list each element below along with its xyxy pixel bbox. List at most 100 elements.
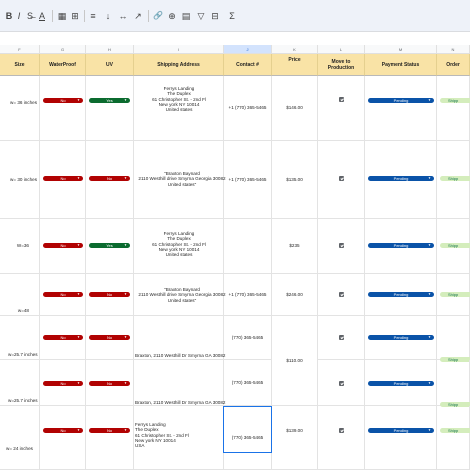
row5-payment-dropdown[interactable]: Pending ▼ (368, 335, 434, 340)
row4-order-dropdown[interactable]: Shipp (440, 292, 470, 297)
column-header-g[interactable]: G (40, 45, 86, 54)
row4-order-value: Shipp (448, 292, 459, 297)
row3-order-dropdown[interactable]: Shipp (440, 243, 470, 248)
row7-payment-dropdown[interactable]: Pending ▼ (368, 428, 434, 433)
row5-waterproof-value: No (60, 335, 66, 340)
row7-price[interactable]: $139.00 (272, 406, 318, 470)
row3-waterproof-dropdown[interactable]: No ▼ (43, 243, 83, 248)
column-header-h[interactable]: H (86, 45, 134, 54)
fill-color-icon[interactable]: ▦ (57, 8, 67, 24)
row7-order-dropdown[interactable]: Shipp (440, 428, 470, 433)
functions-icon[interactable]: Σ (227, 8, 237, 24)
row4-contact[interactable]: +1 (770) 365-5465 (224, 274, 272, 316)
row4-address: "Braxton Baynard 2110 Westhill drive Smy… (134, 287, 230, 303)
row7-uv-cell (86, 406, 134, 470)
row2-uv-dropdown[interactable]: No ▼ (89, 176, 130, 181)
row6-uv-dropdown[interactable]: No ▼ (89, 381, 130, 386)
row6-waterproof-value: No (60, 381, 66, 386)
bold-button[interactable]: B (4, 8, 14, 24)
row1-uv-value: Yes (106, 98, 113, 103)
row4-size[interactable]: w=48 (0, 274, 40, 316)
valign-icon[interactable]: ↓ (103, 8, 113, 24)
filter-views-icon[interactable]: ⊟ (210, 8, 220, 24)
row3-price[interactable]: $235 (272, 219, 318, 274)
row4-uv-dropdown[interactable]: No ▼ (89, 292, 130, 297)
row7-waterproof-cell (40, 406, 86, 470)
row5-waterproof-dropdown[interactable]: No ▼ (43, 335, 83, 340)
row1-size[interactable]: w= 36 inches (0, 76, 40, 141)
row6-waterproof-dropdown[interactable]: No ▼ (43, 381, 83, 386)
filter-icon[interactable]: ▽ (196, 8, 206, 24)
strikethrough-button[interactable]: S̶ (25, 8, 35, 24)
row2-price[interactable]: $135.00 (272, 141, 318, 219)
rotate-icon[interactable]: ↗ (133, 8, 143, 24)
row2-order-dropdown[interactable]: Shipp (440, 176, 470, 181)
column-header-j[interactable]: J (224, 45, 272, 54)
row3-size[interactable]: W=36 (0, 219, 40, 274)
row7-uv-dropdown[interactable]: No ▼ (89, 428, 130, 433)
row1-contact[interactable]: +1 (770) 365-5465 (224, 76, 272, 141)
row3-payment-dropdown[interactable]: Pending ▼ (368, 243, 434, 248)
row6-address: Braxton, 2110 Westhill Dr Smyrna GA 3008… (135, 400, 227, 405)
row3-uv-dropdown[interactable]: Yes ▼ (89, 243, 130, 248)
row5-price-merged[interactable]: $110.00 (272, 316, 318, 406)
row1-order-cell (437, 76, 470, 141)
row6-move-checkbox[interactable] (339, 381, 344, 386)
chevron-down-icon: ▼ (77, 292, 80, 296)
row5-order-cell (437, 316, 470, 360)
text-color-button[interactable]: A (37, 8, 47, 24)
row2-contact[interactable]: +1 (770) 365-5465 (224, 141, 272, 219)
wrap-icon[interactable]: ↔ (118, 8, 128, 24)
borders-icon[interactable]: ⊞ (70, 8, 80, 24)
address-line: United states (165, 107, 193, 113)
column-header-f[interactable]: F (0, 45, 40, 54)
row6-payment-dropdown[interactable]: Pending ▼ (368, 381, 434, 386)
chevron-down-icon: ▼ (77, 428, 80, 432)
row1-order-dropdown[interactable]: Shipp (440, 98, 470, 103)
row4-price[interactable]: $246.00 (272, 274, 318, 316)
header-move-to-production: Move to Production (318, 54, 365, 76)
row7-move-checkbox[interactable] (339, 428, 344, 433)
row5-contact[interactable]: (770) 365-5465 (224, 316, 272, 360)
row2-size[interactable]: w= 30 inches (0, 141, 40, 219)
chevron-down-icon: ▼ (124, 428, 127, 432)
row4-waterproof-dropdown[interactable]: No ▼ (43, 292, 83, 297)
row1-move-checkbox[interactable] (339, 97, 344, 102)
row4-waterproof-value: No (60, 292, 66, 297)
row3-contact[interactable] (224, 219, 272, 274)
row7-size[interactable]: w= 24 inches (0, 406, 40, 470)
header-order: Order (437, 54, 470, 76)
row6-contact[interactable]: (770) 365-5465 (224, 360, 272, 406)
column-header-n[interactable]: N (437, 45, 470, 54)
spreadsheet-grid[interactable]: F G H I J K L M N Size WaterProof UV Shi… (0, 45, 470, 470)
row2-payment-value: Pending (393, 176, 409, 181)
italic-button[interactable]: I (14, 8, 24, 24)
active-cell-selection[interactable] (223, 406, 272, 453)
row4-move-checkbox[interactable] (339, 292, 344, 297)
row7-waterproof-dropdown[interactable]: No ▼ (43, 428, 83, 433)
column-header-i[interactable]: I (134, 45, 224, 54)
row1-uv-dropdown[interactable]: Yes ▼ (89, 98, 130, 103)
row1-payment-dropdown[interactable]: Pending ▼ (368, 98, 434, 103)
row2-payment-dropdown[interactable]: Pending ▼ (368, 176, 434, 181)
row1-waterproof-dropdown[interactable]: No ▼ (43, 98, 83, 103)
comment-icon[interactable]: ⊕ (167, 8, 177, 24)
row1-waterproof-cell (40, 76, 86, 141)
row6-size[interactable]: w=25.7 inches (0, 360, 40, 406)
row2-move-checkbox[interactable] (339, 176, 344, 181)
row2-waterproof-dropdown[interactable]: No ▼ (43, 176, 83, 181)
row4-payment-dropdown[interactable]: Pending ▼ (368, 292, 434, 297)
column-header-k[interactable]: K (272, 45, 318, 54)
column-header-l[interactable]: L (318, 45, 365, 54)
column-header-m[interactable]: M (365, 45, 437, 54)
row5-uv-dropdown[interactable]: No ▼ (89, 335, 130, 340)
chart-icon[interactable]: ▤ (181, 8, 191, 24)
chevron-down-icon: ▼ (124, 335, 127, 339)
row7-move-cell (318, 406, 365, 470)
link-icon[interactable]: 🔗 (152, 8, 164, 24)
row3-move-checkbox[interactable] (339, 243, 344, 248)
row1-price[interactable]: $146.00 (272, 76, 318, 141)
row5-move-checkbox[interactable] (339, 335, 344, 340)
align-icon[interactable]: ≡ (88, 8, 98, 24)
row5-size[interactable]: w=25.7 inches (0, 316, 40, 360)
